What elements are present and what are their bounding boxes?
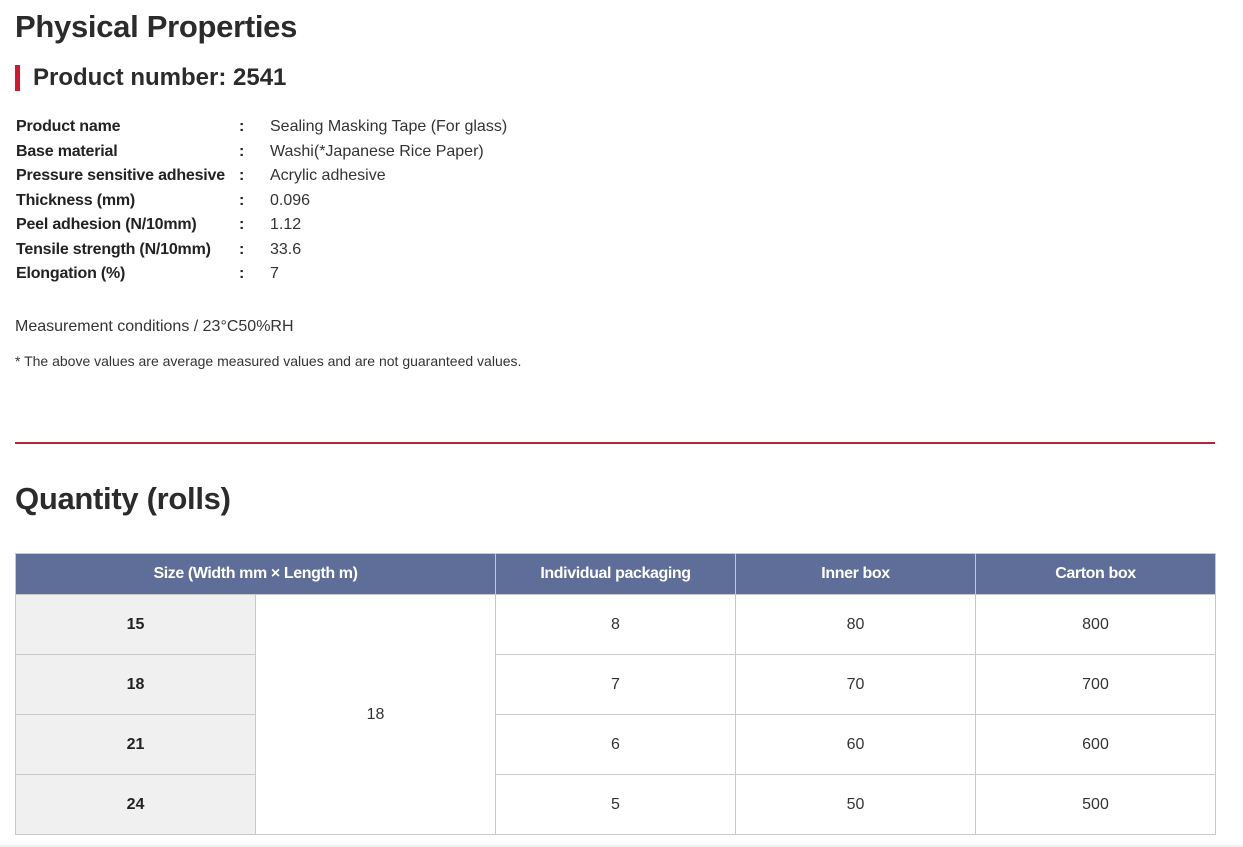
table-header-row: Size (Width mm × Length m) Individual pa…	[15, 553, 1216, 595]
length-cell: 18	[255, 594, 496, 835]
property-row: Peel adhesion (N/10mm) : 1.12	[16, 213, 716, 238]
product-number-heading: Product number: 2541	[15, 64, 286, 92]
property-row: Elongation (%) : 7	[16, 262, 716, 287]
property-separator: :	[239, 167, 245, 185]
property-label: Peel adhesion (N/10mm)	[16, 216, 197, 234]
property-value: 1.12	[270, 216, 302, 234]
inner-box-column-header: Inner box	[735, 553, 976, 595]
individual-packaging-cell: 6	[495, 714, 736, 775]
property-value: 7	[270, 265, 279, 283]
width-cell: 15	[15, 594, 256, 655]
inner-box-cell: 80	[735, 594, 976, 655]
property-separator: :	[239, 191, 245, 209]
inner-box-cell: 60	[735, 714, 976, 775]
property-label: Elongation (%)	[16, 265, 126, 283]
inner-box-cell: 70	[735, 654, 976, 715]
individual-packaging-cell: 8	[495, 594, 736, 655]
individual-packaging-cell: 7	[495, 654, 736, 715]
inner-box-cell: 50	[735, 774, 976, 835]
measurement-conditions: Measurement conditions / 23°C50%RH	[15, 318, 294, 335]
property-separator: :	[239, 216, 245, 234]
table-row: 18 7 70 700	[15, 654, 1216, 715]
property-value: Sealing Masking Tape (For glass)	[270, 118, 508, 136]
width-cell: 24	[15, 774, 256, 835]
carton-box-cell: 500	[975, 774, 1216, 835]
property-separator: :	[239, 142, 245, 160]
carton-box-cell: 700	[975, 654, 1216, 715]
property-separator: :	[239, 265, 245, 283]
property-value: 33.6	[270, 240, 302, 258]
property-separator: :	[239, 118, 245, 136]
quantity-table: Size (Width mm × Length m) Individual pa…	[15, 553, 1216, 835]
individual-packaging-column-header: Individual packaging	[495, 553, 736, 595]
disclaimer-note: * The above values are average measured …	[15, 353, 522, 369]
property-row: Pressure sensitive adhesive : Acrylic ad…	[16, 164, 716, 189]
property-label: Product name	[16, 118, 121, 136]
carton-box-cell: 800	[975, 594, 1216, 655]
property-value: Washi(*Japanese Rice Paper)	[270, 142, 484, 160]
section-divider	[15, 442, 1215, 444]
property-value: 0.096	[270, 191, 311, 209]
property-label: Pressure sensitive adhesive	[16, 167, 225, 185]
property-value: Acrylic adhesive	[270, 167, 386, 185]
physical-properties-title: Physical Properties	[15, 9, 298, 44]
product-number-label: Product number: 2541	[33, 64, 287, 91]
table-row: 15 18 8 80 800	[15, 594, 1216, 835]
property-label: Thickness (mm)	[16, 191, 136, 209]
quantity-title: Quantity (rolls)	[15, 481, 231, 516]
carton-box-cell: 600	[975, 714, 1216, 775]
carton-box-column-header: Carton box	[975, 553, 1216, 595]
property-row: Thickness (mm) : 0.096	[16, 189, 716, 214]
property-row: Base material : Washi(*Japanese Rice Pap…	[16, 140, 716, 165]
individual-packaging-cell: 5	[495, 774, 736, 835]
table-row: 24 5 50 500	[15, 774, 1216, 835]
table-row: 21 6 60 600	[15, 714, 1216, 775]
property-separator: :	[239, 240, 245, 258]
property-row: Product name : Sealing Masking Tape (For…	[16, 115, 716, 140]
accent-bar	[15, 65, 20, 91]
properties-list: Product name : Sealing Masking Tape (For…	[16, 115, 716, 287]
property-label: Tensile strength (N/10mm)	[16, 240, 211, 258]
width-cell: 21	[15, 714, 256, 775]
property-row: Tensile strength (N/10mm) : 33.6	[16, 238, 716, 263]
property-label: Base material	[16, 142, 118, 160]
width-cell: 18	[15, 654, 256, 715]
size-column-header: Size (Width mm × Length m)	[15, 553, 496, 595]
